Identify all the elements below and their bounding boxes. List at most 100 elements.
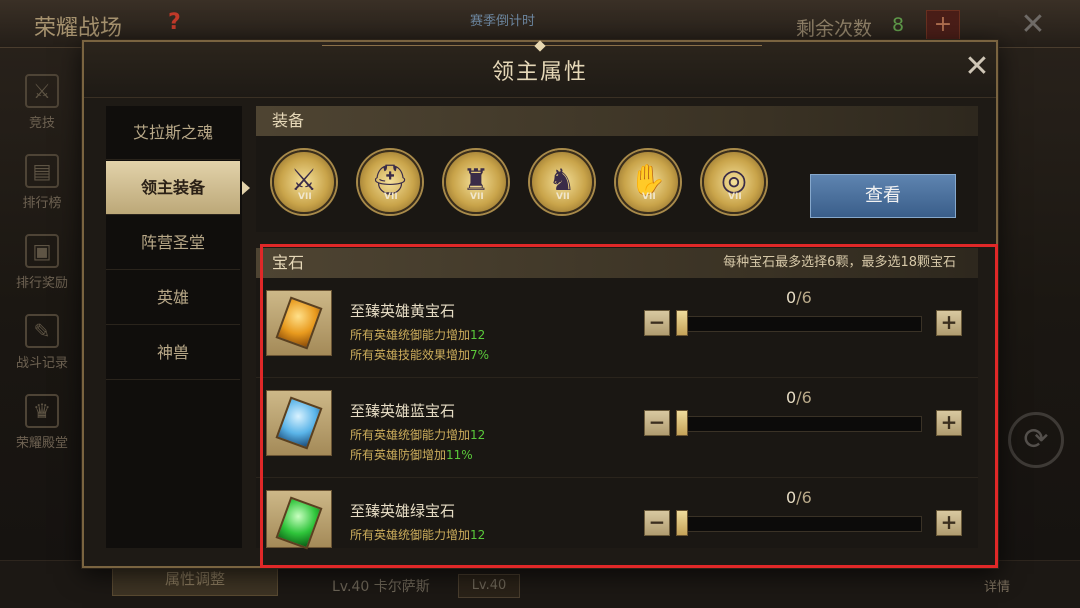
close-icon[interactable]: ✕ — [960, 50, 994, 84]
view-equipment-button[interactable]: 查看 — [810, 174, 956, 218]
gem-effect: 所有英雄技能效果增加7% — [350, 346, 489, 363]
gem-stone — [275, 296, 323, 350]
gem-section-header: 宝石 每种宝石最多选择6颗，最多选18颗宝石 — [256, 248, 978, 278]
equipment-slot-gauntlet[interactable]: ✋ VII — [616, 150, 680, 214]
gem-slider-track[interactable] — [680, 316, 922, 332]
gem-slider-thumb[interactable] — [676, 310, 688, 336]
gem-list: 至臻英雄黄宝石 所有英雄统御能力增加12 所有英雄技能效果增加7% 0/6 − … — [256, 278, 978, 550]
ring-icon: ◎ — [720, 163, 748, 198]
gem-slider-track[interactable] — [680, 416, 922, 432]
equipment-slot-ring[interactable]: ◎ VII — [702, 150, 766, 214]
equipment-rank: VII — [642, 192, 656, 202]
gem-count: 0/6 — [786, 488, 812, 507]
decrease-button[interactable]: − — [644, 310, 670, 336]
help-icon[interactable]: ? — [168, 10, 190, 36]
gem-count-max: /6 — [796, 288, 812, 307]
equipment-slot-boots[interactable]: ♞ VII — [530, 150, 594, 214]
refresh-icon[interactable]: ⟳ — [1008, 412, 1064, 468]
increase-button[interactable]: + — [936, 410, 962, 436]
gem-effect-text: 所有英雄技能效果增加 — [350, 348, 471, 362]
sidebar-item-ranking-reward[interactable]: ▣ 排行奖励 — [4, 228, 80, 304]
gem-name: 至臻英雄蓝宝石 — [350, 402, 456, 420]
gem-effect-value: 12 — [470, 528, 486, 542]
armor-icon: ♜ — [462, 163, 490, 198]
gem-count-max: /6 — [796, 488, 812, 507]
gem-effect: 所有英雄统御能力增加12 — [350, 426, 485, 443]
season-countdown-label: 赛季倒计时 — [470, 14, 536, 29]
sidebar-item-label: 战斗记录 — [15, 356, 68, 371]
gem-effect-value: 11% — [446, 448, 473, 462]
tab-aras-soul[interactable]: 艾拉斯之魂 — [106, 106, 240, 160]
gem-row-blue: 至臻英雄蓝宝石 所有英雄统御能力增加12 所有英雄防御增加11% 0/6 − + — [256, 378, 978, 478]
gem-name: 至臻英雄绿宝石 — [350, 502, 456, 520]
gem-effect-value: 7% — [470, 348, 490, 362]
gem-count-value: 0 — [786, 388, 797, 407]
equipment-rank: VII — [470, 192, 484, 202]
equipment-rank: VII — [384, 192, 398, 202]
gem-limit-note: 每种宝石最多选择6颗，最多选18颗宝石 — [723, 255, 956, 270]
active-tab-arrow-icon — [242, 181, 250, 195]
increase-button[interactable]: + — [936, 510, 962, 536]
sidebar-item-arena[interactable]: ⚔ 竞技 — [4, 68, 80, 144]
detail-button[interactable]: 详情 — [984, 576, 1010, 595]
tab-content: 装备 ⚔ VII ⛑ VII ♜ VII ♞ VII ✋ VII ◎ VII 查… — [256, 106, 980, 550]
gem-slider-thumb[interactable] — [676, 510, 688, 536]
gem-effect: 所有英雄统御能力增加12 — [350, 326, 485, 343]
gem-slider-thumb[interactable] — [676, 410, 688, 436]
gem-effect-text: 所有英雄统御能力增加 — [350, 328, 471, 342]
hero-level-badge: Lv.40 — [458, 574, 520, 598]
gem-slider-track[interactable] — [680, 516, 922, 532]
lord-attributes-dialog: 领主属性 ✕ 艾拉斯之魂 领主装备 阵营圣堂 英雄 神兽 装备 ⚔ VII ⛑ — [82, 40, 998, 568]
gem-stone — [275, 396, 323, 450]
decrease-button[interactable]: − — [644, 510, 670, 536]
sidebar-item-ranking[interactable]: ▤ 排行榜 — [4, 148, 80, 224]
gem-count-value: 0 — [786, 288, 797, 307]
background-close-icon[interactable]: ✕ — [1016, 8, 1050, 42]
gem-effect: 所有英雄统御能力增加12 — [350, 526, 485, 543]
sidebar-item-battle-record[interactable]: ✎ 战斗记录 — [4, 308, 80, 384]
equipment-slot-helmet[interactable]: ⛑ VII — [358, 150, 422, 214]
sword-icon: ⚔ — [290, 163, 318, 198]
boots-icon: ♞ — [548, 163, 576, 198]
tab-label: 领主装备 — [140, 178, 205, 197]
record-icon: ✎ — [25, 314, 59, 348]
equipment-rank: VII — [298, 192, 312, 202]
dialog-header: 领主属性 ✕ — [84, 40, 996, 98]
increase-button[interactable]: + — [936, 310, 962, 336]
decrease-button[interactable]: − — [644, 410, 670, 436]
equipment-slot-weapon[interactable]: ⚔ VII — [272, 150, 336, 214]
attribute-tabs: 艾拉斯之魂 领主装备 阵营圣堂 英雄 神兽 — [106, 106, 250, 548]
ranking-icon: ▤ — [25, 154, 59, 188]
gem-row-yellow: 至臻英雄黄宝石 所有英雄统御能力增加12 所有英雄技能效果增加7% 0/6 − … — [256, 278, 978, 378]
sidebar-item-label: 竞技 — [28, 116, 55, 131]
gem-section-title: 宝石 — [272, 253, 305, 272]
remaining-attempts-count: 8 — [892, 14, 905, 36]
background-title: 荣耀战场 — [34, 16, 123, 41]
gem-count-value: 0 — [786, 488, 797, 507]
sidebar-item-label: 排行奖励 — [15, 276, 68, 291]
sidebar-item-hall-of-glory[interactable]: ♛ 荣耀殿堂 — [4, 388, 80, 464]
tab-lord-equipment[interactable]: 领主装备 — [106, 161, 250, 215]
sidebar-item-label: 荣耀殿堂 — [15, 436, 68, 451]
equipment-rank: VII — [728, 192, 742, 202]
equipment-area: ⚔ VII ⛑ VII ♜ VII ♞ VII ✋ VII ◎ VII 查看 — [256, 136, 978, 232]
hero-level-name: Lv.40 卡尔萨斯 — [332, 579, 430, 595]
gauntlet-icon: ✋ — [629, 163, 667, 198]
equipment-slot-armor[interactable]: ♜ VII — [444, 150, 508, 214]
equipment-section-header: 装备 — [256, 106, 978, 136]
helmet-icon: ⛑ — [370, 163, 410, 198]
blue-gem-icon — [266, 390, 332, 456]
tab-hero[interactable]: 英雄 — [106, 271, 240, 325]
tab-divine-beast[interactable]: 神兽 — [106, 326, 240, 380]
background-sidebar: ⚔ 竞技 ▤ 排行榜 ▣ 排行奖励 ✎ 战斗记录 ♛ 荣耀殿堂 — [0, 60, 80, 460]
sidebar-item-label: 排行榜 — [22, 196, 62, 211]
tab-faction-sanctum[interactable]: 阵营圣堂 — [106, 216, 240, 270]
hall-icon: ♛ — [25, 394, 59, 428]
gem-effect: 所有英雄防御增加11% — [350, 446, 473, 463]
gem-stone — [275, 496, 323, 550]
equipment-rank: VII — [556, 192, 570, 202]
gem-effect-value: 12 — [470, 428, 486, 442]
yellow-gem-icon — [266, 290, 332, 356]
gem-effect-value: 12 — [470, 328, 486, 342]
add-attempts-button[interactable]: + — [926, 10, 960, 40]
